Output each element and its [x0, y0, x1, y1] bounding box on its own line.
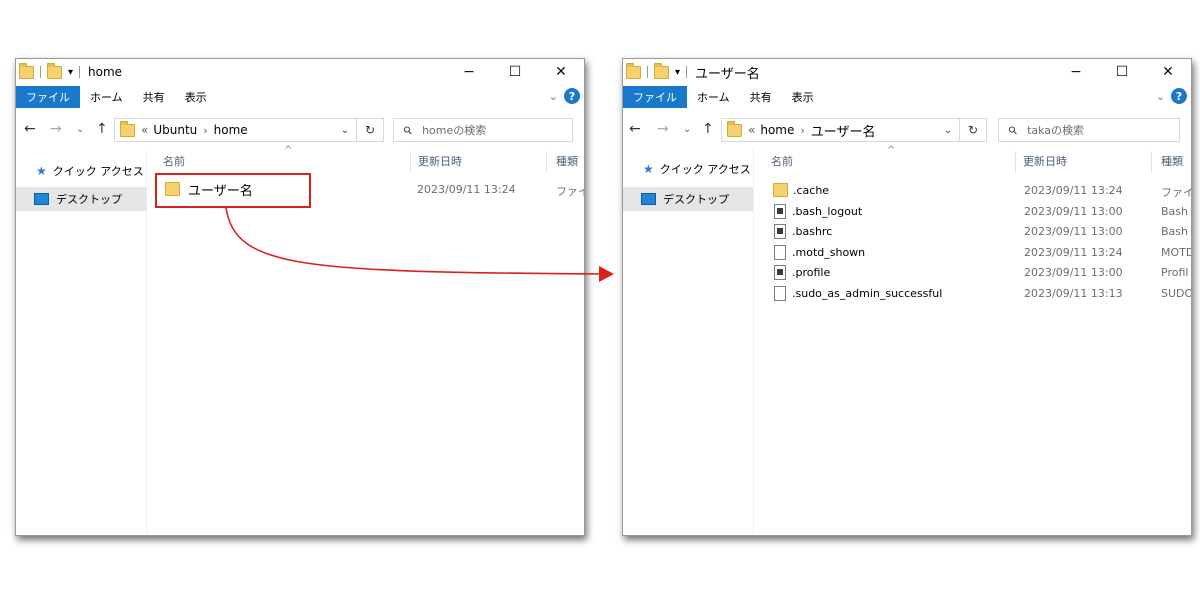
- arrow-annotation: [225, 207, 614, 282]
- arrow-head: [599, 266, 614, 282]
- arrow-curve: [225, 207, 605, 275]
